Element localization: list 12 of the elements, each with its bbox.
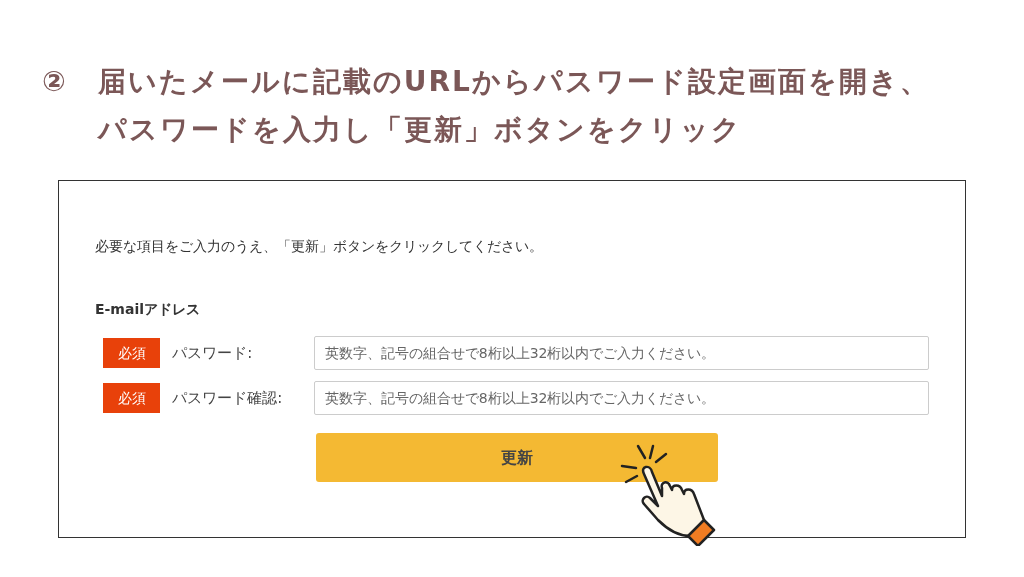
heading-text: パスワードを入力し「更新」ボタンをクリック (97, 112, 743, 148)
update-button[interactable]: 更新 (316, 433, 718, 482)
email-label: E-mailアドレス (95, 300, 201, 319)
password-field[interactable]: 英数字、記号の組合せで8桁以上32桁以内でご入力ください。 (313, 336, 929, 370)
required-badge: 必須 (103, 338, 161, 368)
password-field[interactable]: 英数字、記号の組合せで8桁以上32桁以内でご入力ください。 (313, 381, 929, 415)
step-number: ② (42, 64, 68, 100)
heading-text: 届いたメールに記載のURLからパスワード設定画面を開き、 (97, 64, 930, 100)
required-badge: 必須 (103, 383, 161, 413)
field-label: パスワード: (172, 342, 254, 364)
instruction-text: 必要な項目をご入力のうえ、「更新」ボタンをクリックしてください。 (95, 237, 544, 256)
field-label: パスワード確認: (172, 387, 284, 409)
